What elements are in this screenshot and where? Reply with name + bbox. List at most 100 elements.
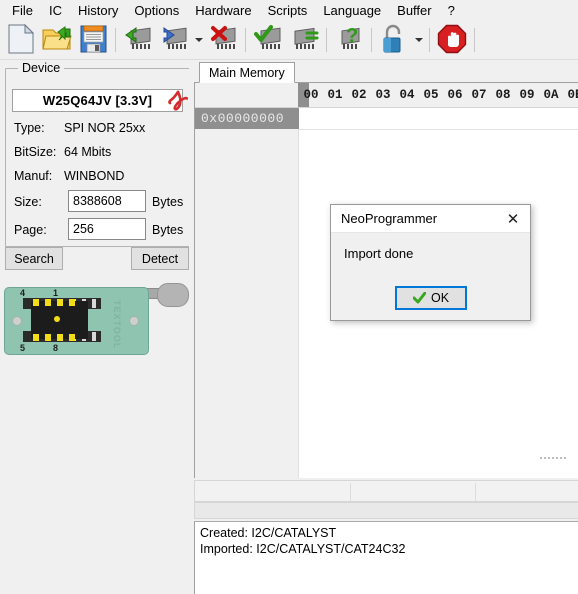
tab-main-memory[interactable]: Main Memory — [199, 62, 295, 83]
hex-column-header: 00 01 02 03 04 05 06 07 08 09 0A 0B — [195, 83, 578, 108]
hex-col-0B[interactable]: 0B — [563, 83, 578, 107]
dialog-title: NeoProgrammer — [341, 211, 438, 226]
toolbar-separator — [474, 28, 475, 52]
hex-col-01[interactable]: 01 — [323, 83, 347, 107]
device-page-input[interactable]: 256 — [68, 218, 146, 240]
blank-check-chip-icon — [289, 25, 319, 56]
unlock-icon — [381, 24, 407, 57]
menu-file[interactable]: File — [4, 2, 41, 19]
chip-pin — [57, 334, 63, 341]
hex-col-08[interactable]: 08 — [491, 83, 515, 107]
device-type-label: Type: — [14, 121, 45, 135]
device-size-input[interactable]: 8388608 — [68, 190, 146, 212]
detect-chip-icon: ? — [334, 25, 364, 56]
device-manuf-label: Manuf: — [14, 169, 53, 183]
toolbar-separator — [115, 28, 116, 52]
check-icon — [412, 291, 427, 305]
menu-help[interactable]: ? — [440, 2, 463, 19]
socket-pin-label-1: 1 — [53, 288, 59, 298]
socket-pin-label-4: 4 — [20, 288, 26, 298]
open-file-icon — [42, 25, 72, 55]
stop-button[interactable] — [434, 22, 470, 58]
toolbar-separator — [429, 28, 430, 52]
chip-pin — [45, 299, 51, 306]
menu-bar: File IC History Options Hardware Scripts… — [0, 0, 578, 20]
detect-button[interactable]: Detect — [131, 247, 189, 270]
unlock-button[interactable] — [376, 22, 412, 58]
erase-chip-button[interactable] — [205, 22, 241, 58]
hex-col-0A[interactable]: 0A — [539, 83, 563, 107]
resize-grip[interactable] — [540, 452, 566, 459]
save-file-icon — [80, 25, 107, 56]
socket-brand-label: TEXTOOL — [112, 300, 122, 350]
log-output[interactable]: Created: I2C/CATALYST Imported: I2C/CATA… — [194, 521, 578, 594]
hex-col-05[interactable]: 05 — [419, 83, 443, 107]
device-page-value: 256 — [73, 222, 94, 236]
hex-col-09[interactable]: 09 — [515, 83, 539, 107]
menu-options[interactable]: Options — [126, 2, 187, 19]
erase-chip-icon — [208, 25, 238, 56]
dialog-message: Import done — [344, 246, 414, 261]
hex-col-02[interactable]: 02 — [347, 83, 371, 107]
import-done-dialog: NeoProgrammer ✕ Import done OK — [330, 204, 531, 321]
chip-pin — [69, 299, 75, 306]
device-manuf-value: WINBOND — [64, 169, 125, 183]
status-cell-separator — [475, 483, 476, 501]
menu-ic[interactable]: IC — [41, 2, 70, 19]
close-icon[interactable]: ✕ — [496, 205, 530, 232]
device-size-label: Size: — [14, 195, 42, 209]
toolbar-separator — [245, 28, 246, 52]
chip-pin — [33, 299, 39, 306]
device-size-unit: Bytes — [152, 195, 184, 209]
detect-chip-button[interactable]: ? — [331, 22, 367, 58]
menu-language[interactable]: Language — [315, 2, 389, 19]
hex-col-06[interactable]: 06 — [443, 83, 467, 107]
socket-lever-knob — [157, 283, 189, 307]
toolbar: ? — [0, 20, 578, 60]
chip-pin1-dot — [54, 316, 60, 322]
search-button[interactable]: Search — [5, 247, 63, 270]
device-page-label: Page: — [14, 223, 47, 237]
open-file-button[interactable] — [39, 22, 75, 58]
blank-check-chip-button[interactable] — [286, 22, 322, 58]
hex-header-corner — [195, 83, 299, 107]
new-file-icon — [8, 23, 35, 57]
hex-address-cell[interactable]: 0x00000000 — [195, 108, 299, 129]
status-cell-separator — [350, 483, 351, 501]
write-chip-icon — [159, 25, 189, 56]
log-line: Created: I2C/CATALYST — [200, 526, 337, 540]
stop-icon — [437, 24, 467, 57]
write-dropdown-arrow-icon[interactable] — [192, 22, 205, 58]
verify-chip-icon — [253, 24, 283, 56]
socket-screw-hole — [12, 316, 22, 326]
menu-scripts[interactable]: Scripts — [260, 2, 316, 19]
socket-pin-label-8: 8 — [53, 343, 59, 353]
hex-col-07[interactable]: 07 — [467, 83, 491, 107]
verify-chip-button[interactable] — [250, 22, 286, 58]
device-size-value: 8388608 — [73, 194, 122, 208]
hex-col-03[interactable]: 03 — [371, 83, 395, 107]
read-chip-button[interactable] — [120, 22, 156, 58]
device-group-title: Device — [18, 61, 65, 75]
device-name-value: W25Q64JV [3.3V] — [42, 93, 153, 108]
write-chip-button[interactable] — [156, 22, 192, 58]
pdf-icon[interactable] — [168, 90, 189, 112]
hex-row-divider — [299, 129, 578, 130]
svg-text:?: ? — [346, 25, 358, 47]
menu-buffer[interactable]: Buffer — [389, 2, 439, 19]
hex-address-gutter — [195, 129, 299, 478]
neoprogrammer-window: File IC History Options Hardware Scripts… — [0, 0, 578, 594]
menu-history[interactable]: History — [70, 2, 126, 19]
hex-col-00[interactable]: 00 — [299, 83, 323, 107]
toolbar-separator — [326, 28, 327, 52]
chip-pin — [69, 334, 75, 341]
unlock-dropdown-arrow-icon[interactable] — [412, 22, 425, 58]
ok-button[interactable]: OK — [395, 286, 467, 310]
save-file-button[interactable] — [75, 22, 111, 58]
hex-col-04[interactable]: 04 — [395, 83, 419, 107]
device-group: Device W25Q64JV [3.3V] Type: SPI NOR 25x… — [5, 61, 191, 247]
device-name-field[interactable]: W25Q64JV [3.3V] — [12, 89, 183, 112]
menu-hardware[interactable]: Hardware — [187, 2, 259, 19]
progress-bar — [194, 502, 578, 519]
new-file-button[interactable] — [3, 22, 39, 58]
